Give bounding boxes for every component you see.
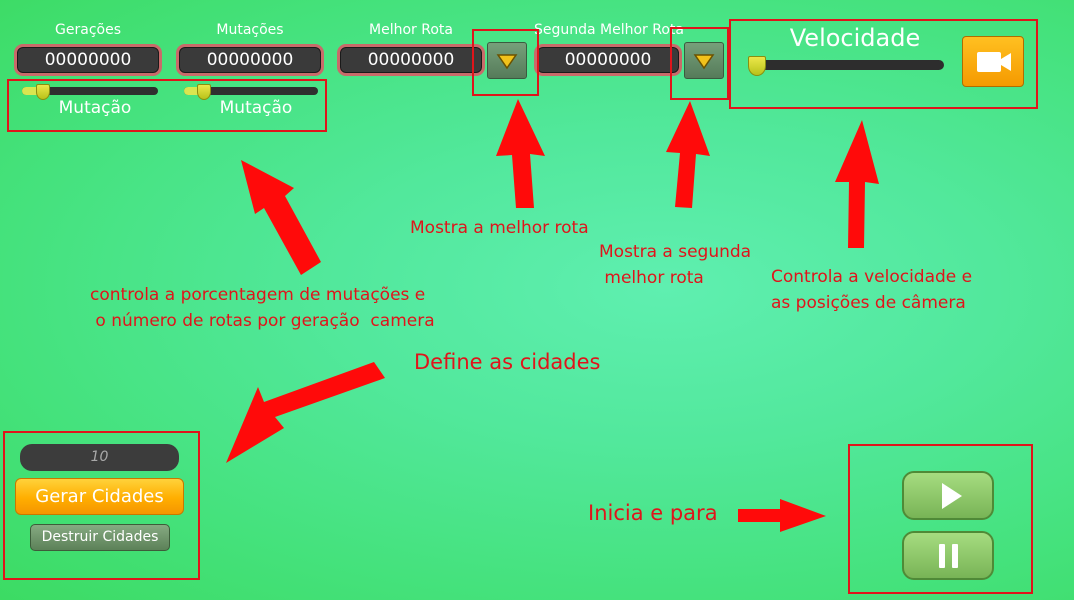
arrow-up-segunda	[666, 101, 710, 208]
pause-icon	[939, 544, 958, 568]
annotation-define-cidades: Define as cidades	[414, 350, 601, 374]
arrow-up-melhor	[496, 99, 545, 208]
play-button[interactable]	[902, 471, 994, 520]
annotation-controla-velocidade: Controla a velocidade e as posições de c…	[771, 267, 973, 313]
gerar-cidades-button[interactable]: Gerar Cidades	[15, 478, 184, 515]
arrow-right-play	[738, 499, 826, 532]
annotation-mostra-segunda: Mostra a segunda melhor rota	[599, 242, 752, 288]
city-count-input[interactable]: 10	[20, 444, 179, 471]
annotation-controla-porcentagem: controla a porcentagem de mutações e o n…	[90, 285, 435, 331]
destruir-cidades-button[interactable]: Destruir Cidades	[30, 524, 170, 551]
arrow-up-velocidade	[835, 120, 879, 248]
annotation-inicia-para: Inicia e para	[588, 501, 718, 525]
arrow-up-left	[241, 160, 321, 275]
arrow-down-left-cities	[226, 362, 385, 463]
pause-button[interactable]	[902, 531, 994, 580]
play-icon	[942, 483, 962, 509]
annotation-mostra-melhor: Mostra a melhor rota	[410, 218, 589, 238]
